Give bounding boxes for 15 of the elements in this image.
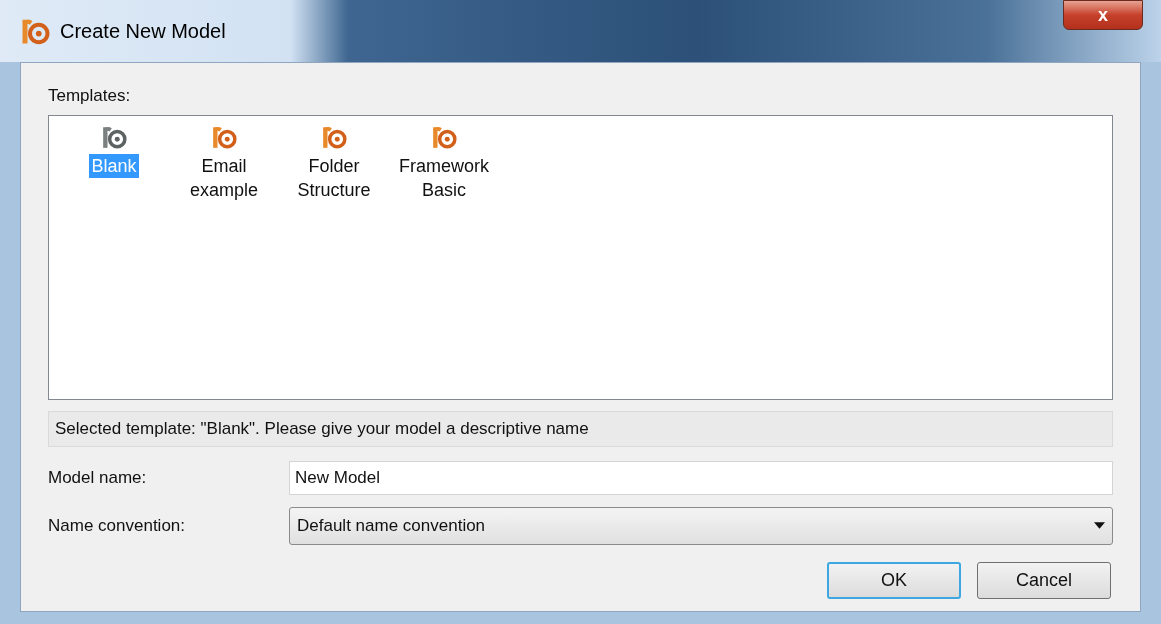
model-name-field[interactable]: New Model (289, 460, 1113, 495)
status-text: Selected template: "Blank". Please give your model a descriptive name (48, 410, 1113, 447)
cancel-button[interactable]: Cancel (977, 561, 1111, 599)
name-convention-dropdown[interactable]: Default name convention (289, 506, 1113, 545)
model-name-label: Model name: (48, 466, 148, 489)
template-item[interactable]: Email example (187, 153, 260, 202)
dropdown-caret-icon (1094, 522, 1105, 529)
ok-button[interactable]: OK (827, 561, 961, 599)
close-button[interactable]: x (1063, 0, 1143, 30)
template-item[interactable]: Framework Basic (397, 153, 491, 202)
templates-label: Templates: (48, 85, 132, 107)
name-convention-label: Name convention: (48, 514, 187, 537)
app-logo-icon (20, 16, 50, 46)
template-item[interactable]: Folder Structure (295, 153, 373, 202)
window-title: Create New Model (60, 19, 226, 44)
